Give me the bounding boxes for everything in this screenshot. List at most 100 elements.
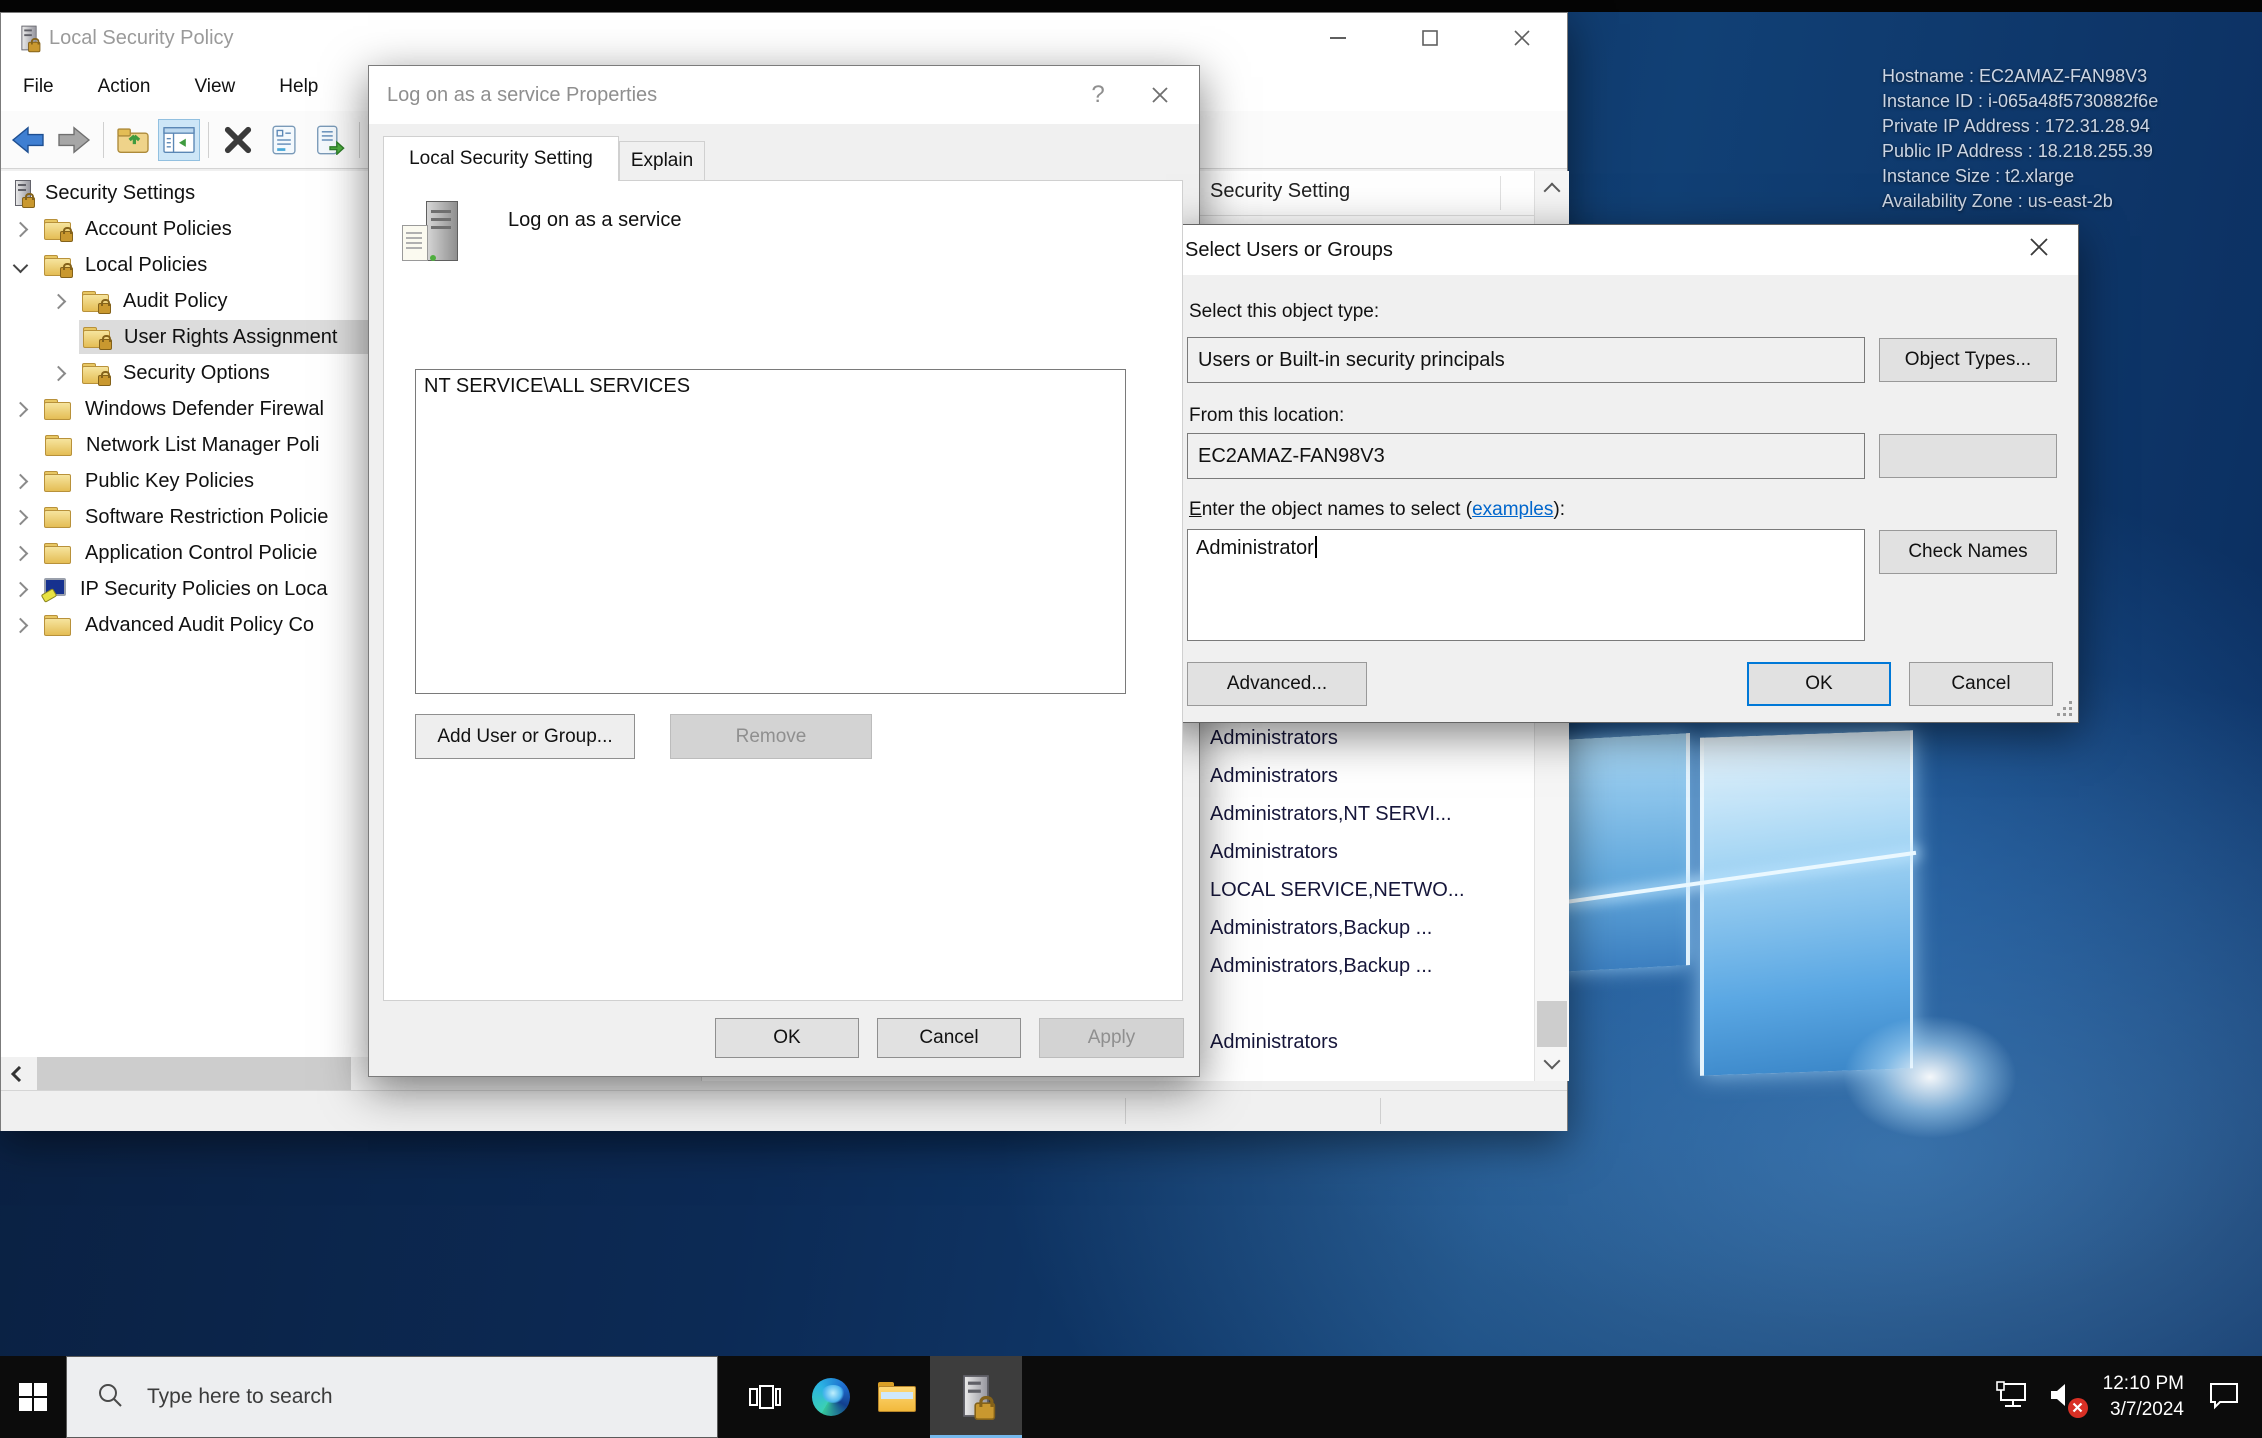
forward-icon[interactable] xyxy=(53,119,95,161)
close-icon[interactable] xyxy=(1129,66,1191,124)
chevron-right-icon[interactable] xyxy=(13,581,29,597)
action-center-icon[interactable] xyxy=(2208,1380,2240,1415)
chevron-down-icon[interactable] xyxy=(13,257,29,273)
menu-file[interactable]: File xyxy=(1,63,76,111)
list-item[interactable]: Administrators xyxy=(1210,833,1338,871)
task-view-button[interactable] xyxy=(732,1356,798,1438)
members-listbox[interactable]: NT SERVICE\ALL SERVICES xyxy=(415,369,1126,694)
edge-browser-button[interactable] xyxy=(798,1356,864,1438)
log-on-as-a-service-properties-dialog: Log on as a service Properties ? Local S… xyxy=(368,65,1200,1077)
folder-lock-icon xyxy=(44,219,71,240)
minimize-button[interactable] xyxy=(1293,13,1383,63)
start-button[interactable] xyxy=(0,1356,66,1438)
menu-view[interactable]: View xyxy=(172,63,257,111)
scrollbar-thumb[interactable] xyxy=(37,1057,351,1090)
up-one-level-icon[interactable] xyxy=(112,119,154,161)
tree-item-windows-defender-firewall[interactable]: Windows Defender Firewal xyxy=(15,391,324,427)
search-icon xyxy=(97,1382,123,1413)
column-divider[interactable] xyxy=(1500,176,1501,210)
menu-action[interactable]: Action xyxy=(76,63,173,111)
export-list-icon[interactable] xyxy=(309,119,351,161)
tree-item-public-key-policies[interactable]: Public Key Policies xyxy=(15,463,254,499)
scroll-down-icon[interactable] xyxy=(1535,1047,1569,1081)
tree-item-local-policies[interactable]: Local Policies xyxy=(15,247,207,283)
chevron-right-icon[interactable] xyxy=(13,617,29,633)
tab-explain[interactable]: Explain xyxy=(619,141,705,181)
local-security-policy-taskbar-button[interactable] xyxy=(930,1356,1022,1438)
folder-lock-icon xyxy=(82,291,109,312)
list-item[interactable]: Administrators,Backup ... xyxy=(1210,947,1432,985)
info-private-ip: Private IP Address : 172.31.28.94 xyxy=(1882,114,2158,139)
cancel-button[interactable]: Cancel xyxy=(877,1018,1021,1058)
network-icon[interactable] xyxy=(1995,1380,2029,1415)
add-user-or-group-button[interactable]: Add User or Group... xyxy=(415,714,635,759)
mmc-titlebar[interactable]: Local Security Policy xyxy=(1,13,1567,63)
examples-link[interactable]: examples xyxy=(1472,499,1553,520)
ok-button[interactable]: OK xyxy=(1747,662,1891,706)
tree-item-network-list-manager[interactable]: Network List Manager Poli xyxy=(45,427,319,463)
locations-button[interactable] xyxy=(1879,434,2057,478)
tree-label: Security Settings xyxy=(45,182,195,205)
column-header-security-setting[interactable]: Security Setting xyxy=(1210,180,1350,203)
volume-muted-icon[interactable] xyxy=(2049,1381,2079,1414)
chevron-right-icon[interactable] xyxy=(13,401,29,417)
scroll-left-icon[interactable] xyxy=(1,1057,31,1090)
maximize-button[interactable] xyxy=(1385,13,1475,63)
object-type-label: Select this object type: xyxy=(1189,301,1379,323)
close-button[interactable] xyxy=(1477,13,1567,63)
tree-item-application-control[interactable]: Application Control Policie xyxy=(15,535,317,571)
properties-icon[interactable] xyxy=(263,119,305,161)
tree-item-advanced-audit-policy[interactable]: Advanced Audit Policy Co xyxy=(15,607,314,643)
chevron-right-icon[interactable] xyxy=(13,473,29,489)
chevron-right-icon[interactable] xyxy=(51,365,67,381)
help-icon[interactable]: ? xyxy=(1067,66,1129,124)
chevron-right-icon[interactable] xyxy=(13,221,29,237)
list-item[interactable]: LOCAL SERVICE,NETWO... xyxy=(1210,871,1465,909)
scroll-up-icon[interactable] xyxy=(1535,171,1569,205)
back-icon[interactable] xyxy=(7,119,49,161)
show-console-tree-icon[interactable] xyxy=(158,119,200,161)
tree-item-user-rights-assignment[interactable]: User Rights Assignment xyxy=(83,319,337,355)
tree-item-ip-security-policies[interactable]: IP Security Policies on Loca xyxy=(15,571,328,607)
ok-button[interactable]: OK xyxy=(715,1018,859,1058)
tree-label: Advanced Audit Policy Co xyxy=(85,614,314,637)
tree-label: Account Policies xyxy=(85,218,232,241)
chevron-right-icon[interactable] xyxy=(13,509,29,525)
tree-item-security-settings[interactable]: Security Settings xyxy=(13,175,195,211)
list-item[interactable]: Administrators xyxy=(1210,1023,1338,1061)
resize-grip[interactable] xyxy=(2058,702,2072,716)
window-title: Local Security Policy xyxy=(49,27,234,50)
apply-button[interactable]: Apply xyxy=(1039,1018,1184,1058)
list-item[interactable]: Administrators xyxy=(1210,719,1338,757)
object-types-button[interactable]: Object Types... xyxy=(1879,338,2057,382)
chevron-right-icon[interactable] xyxy=(13,545,29,561)
chevron-right-icon[interactable] xyxy=(51,293,67,309)
tree-label: User Rights Assignment xyxy=(124,326,337,349)
close-icon[interactable] xyxy=(2008,222,2070,272)
file-explorer-button[interactable] xyxy=(864,1356,930,1438)
scrollbar-thumb[interactable] xyxy=(1537,1001,1567,1047)
select-dialog-titlebar[interactable]: Select Users or Groups xyxy=(1167,225,2078,275)
object-names-input[interactable]: Administrator xyxy=(1187,529,1865,641)
list-item[interactable]: Administrators,Backup ... xyxy=(1210,909,1432,947)
tab-local-security-setting[interactable]: Local Security Setting xyxy=(383,136,619,181)
tree-item-software-restriction[interactable]: Software Restriction Policie xyxy=(15,499,328,535)
delete-icon[interactable] xyxy=(217,119,259,161)
prop-dialog-titlebar[interactable]: Log on as a service Properties ? xyxy=(369,66,1199,124)
check-names-button[interactable]: Check Names xyxy=(1879,530,2057,574)
remove-button[interactable]: Remove xyxy=(670,714,872,759)
taskbar-clock[interactable]: 12:10 PM 3/7/2024 xyxy=(2103,1371,2184,1423)
menu-help[interactable]: Help xyxy=(257,63,340,111)
cancel-button[interactable]: Cancel xyxy=(1909,662,2053,706)
list-item[interactable]: Administrators xyxy=(1210,757,1338,795)
search-input[interactable] xyxy=(145,1384,629,1410)
tree-item-account-policies[interactable]: Account Policies xyxy=(15,211,232,247)
taskbar: 12:10 PM 3/7/2024 xyxy=(0,1356,2262,1438)
list-item[interactable]: Administrators,NT SERVI... xyxy=(1210,795,1452,833)
tree-item-audit-policy[interactable]: Audit Policy xyxy=(53,283,228,319)
tree-item-security-options[interactable]: Security Options xyxy=(53,355,270,391)
taskbar-search[interactable] xyxy=(66,1356,718,1438)
advanced-button[interactable]: Advanced... xyxy=(1187,662,1367,706)
member-item[interactable]: NT SERVICE\ALL SERVICES xyxy=(416,370,1125,403)
label-text: ): xyxy=(1553,499,1565,520)
